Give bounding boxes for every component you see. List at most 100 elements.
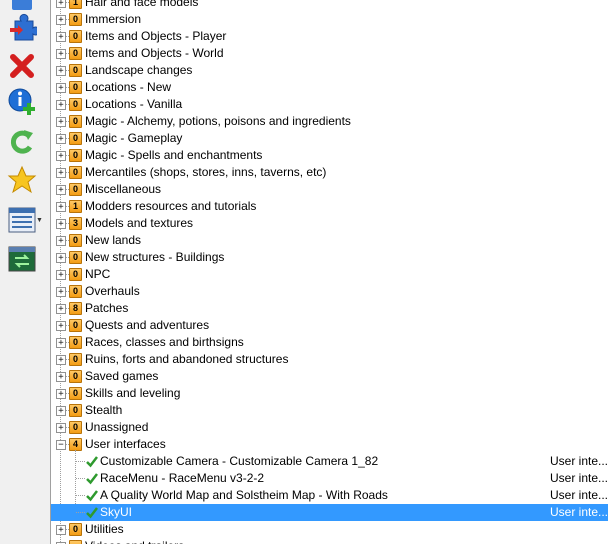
category-row[interactable]: +8 Patches <box>51 300 608 317</box>
category-row[interactable]: +0 Locations - New <box>51 79 608 96</box>
expand-toggle[interactable]: + <box>56 15 66 25</box>
category-row[interactable]: +0 Immersion <box>51 11 608 28</box>
expand-toggle[interactable]: + <box>56 100 66 110</box>
expand-toggle[interactable]: + <box>56 151 66 161</box>
mod-category-cell: User inte... <box>550 488 608 502</box>
category-label: Patches <box>85 301 129 315</box>
expand-toggle[interactable]: + <box>56 423 66 433</box>
expand-toggle[interactable]: + <box>56 117 66 127</box>
mod-row[interactable]: SkyUI User inte... <box>51 504 608 521</box>
category-label: Overhauls <box>85 284 140 298</box>
mod-row[interactable]: A Quality World Map and Solstheim Map - … <box>51 487 608 504</box>
expand-toggle[interactable]: + <box>56 372 66 382</box>
list-view-icon <box>8 207 36 233</box>
expand-toggle[interactable]: + <box>56 525 66 535</box>
expand-toggle[interactable]: + <box>56 304 66 314</box>
expand-toggle[interactable]: + <box>56 134 66 144</box>
category-row[interactable]: +0 New lands <box>51 232 608 249</box>
category-row[interactable]: +0 Items and Objects - Player <box>51 28 608 45</box>
category-row[interactable]: +1 Modders resources and tutorials <box>51 198 608 215</box>
expand-toggle[interactable]: + <box>56 219 66 229</box>
mod-tree[interactable]: +1 Hair and face models +0 Immersion +0 Items… <box>50 0 608 544</box>
category-row[interactable]: +0 Magic - Spells and enchantments <box>51 147 608 164</box>
mod-count-badge: 1 <box>69 200 82 213</box>
category-row[interactable]: +0 Ruins, forts and abandoned structures <box>51 351 608 368</box>
category-row[interactable]: −4 User interfaces <box>51 436 608 453</box>
category-row[interactable]: +0 Mercantiles (shops, stores, inns, tave… <box>51 164 608 181</box>
category-label: Models and textures <box>85 216 194 230</box>
mod-count-badge: 0 <box>69 166 82 179</box>
puzzle-button[interactable] <box>5 12 39 42</box>
category-row[interactable]: +0 Skills and leveling <box>51 385 608 402</box>
category-label: Races, classes and birthsigns <box>85 335 244 349</box>
expand-toggle[interactable]: + <box>56 83 66 93</box>
info-add-button[interactable] <box>5 87 39 117</box>
expand-toggle[interactable]: + <box>56 270 66 280</box>
mod-count-badge: 0 <box>69 98 82 111</box>
mod-count-badge: 0 <box>69 81 82 94</box>
expand-toggle[interactable]: + <box>56 321 66 331</box>
mod-row[interactable]: RaceMenu - RaceMenu v3-2-2 User inte... <box>51 470 608 487</box>
refresh-button[interactable] <box>5 127 39 157</box>
category-row[interactable]: +0 Overhauls <box>51 283 608 300</box>
expand-toggle[interactable]: + <box>56 236 66 246</box>
category-row[interactable]: +0 Races, classes and birthsigns <box>51 334 608 351</box>
mod-row[interactable]: Customizable Camera - Customizable Camer… <box>51 453 608 470</box>
expand-toggle[interactable]: + <box>56 66 66 76</box>
mod-count-badge: 0 <box>69 234 82 247</box>
mod-count-badge: 0 <box>69 30 82 43</box>
mod-count-badge: 0 <box>69 251 82 264</box>
category-row[interactable]: +3 Models and textures <box>51 215 608 232</box>
category-label: Items and Objects - World <box>85 46 224 60</box>
expand-toggle[interactable]: + <box>56 338 66 348</box>
delete-button[interactable] <box>5 51 39 81</box>
expand-toggle[interactable]: + <box>56 185 66 195</box>
list-view-button[interactable] <box>5 205 39 235</box>
category-row[interactable]: +0 New structures - Buildings <box>51 249 608 266</box>
transfer-button[interactable] <box>5 244 39 274</box>
category-label: Quests and adventures <box>85 318 210 332</box>
category-label: Landscape changes <box>85 63 193 77</box>
category-row[interactable]: +1 Hair and face models <box>51 0 608 11</box>
category-row[interactable]: +0 Miscellaneous <box>51 181 608 198</box>
category-label: Ruins, forts and abandoned structures <box>85 352 289 366</box>
category-row[interactable]: +0 Locations - Vanilla <box>51 96 608 113</box>
expand-toggle[interactable]: + <box>56 168 66 178</box>
category-row[interactable]: +0 Landscape changes <box>51 62 608 79</box>
toolbar: ▼ <box>0 0 50 544</box>
refresh-icon <box>10 130 33 154</box>
category-row[interactable]: +0 Stealth <box>51 402 608 419</box>
category-row[interactable]: +0 NPC <box>51 266 608 283</box>
expand-toggle[interactable]: + <box>56 32 66 42</box>
expand-toggle[interactable]: + <box>56 253 66 263</box>
favorite-button[interactable] <box>5 165 39 195</box>
category-label: New structures - Buildings <box>85 250 225 264</box>
category-label: Utilities <box>85 522 124 536</box>
expand-toggle[interactable]: + <box>56 406 66 416</box>
category-label: Stealth <box>85 403 123 417</box>
category-row[interactable]: +0 Quests and adventures <box>51 317 608 334</box>
mod-count-badge: 0 <box>69 319 82 332</box>
mod-count-badge: 1 <box>69 0 82 9</box>
mod-category-cell: User inte... <box>550 454 608 468</box>
mod-count-badge: 0 <box>69 404 82 417</box>
expand-toggle[interactable]: + <box>56 389 66 399</box>
category-row[interactable]: +0 Items and Objects - World <box>51 45 608 62</box>
mod-count-badge: 0 <box>69 336 82 349</box>
category-row[interactable]: +0 Unassigned <box>51 419 608 436</box>
category-row[interactable]: +0 Saved games <box>51 368 608 385</box>
category-row[interactable]: +Videos and trailers <box>51 538 608 544</box>
collapse-toggle[interactable]: − <box>56 440 66 450</box>
chevron-down-icon[interactable]: ▼ <box>36 217 43 224</box>
expand-toggle[interactable]: + <box>56 287 66 297</box>
category-row[interactable]: +0 Magic - Alchemy, potions, poisons and … <box>51 113 608 130</box>
mod-count-badge: 0 <box>69 353 82 366</box>
expand-toggle[interactable]: + <box>56 0 66 8</box>
info-add-icon <box>8 88 35 115</box>
category-row[interactable]: +0 Magic - Gameplay <box>51 130 608 147</box>
puzzle-icon <box>10 13 37 41</box>
expand-toggle[interactable]: + <box>56 202 66 212</box>
category-row[interactable]: +0 Utilities <box>51 521 608 538</box>
expand-toggle[interactable]: + <box>56 355 66 365</box>
expand-toggle[interactable]: + <box>56 49 66 59</box>
